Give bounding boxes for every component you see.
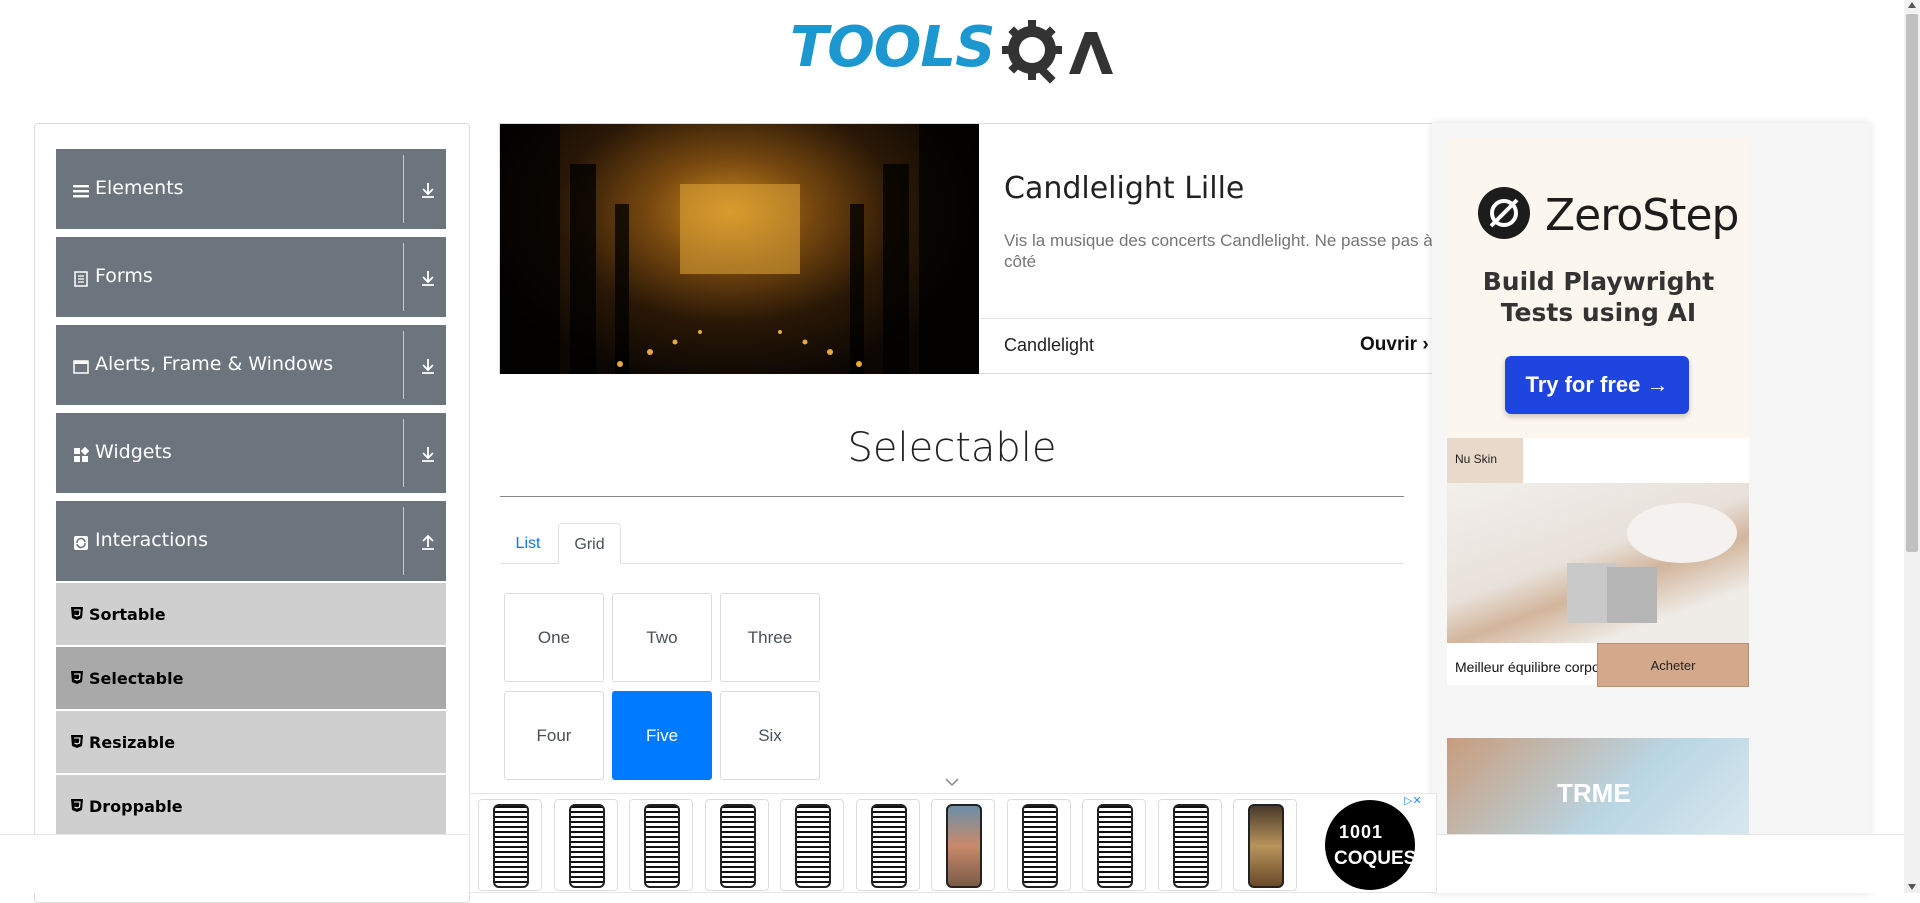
toolsqa-logo[interactable]: TOOLS	[790, 14, 1120, 92]
phone-case-thumbnail[interactable]	[478, 799, 542, 891]
phone-case-thumbnail[interactable]	[629, 799, 693, 891]
tab-list[interactable]: List	[500, 523, 556, 564]
grid-cell[interactable]: Five	[612, 691, 712, 780]
grid-cell[interactable]: Six	[720, 691, 820, 780]
sidebar-group-elements[interactable]: Elements	[56, 149, 446, 229]
ad-open-button[interactable]: Ouvrir ›	[1360, 334, 1429, 356]
nuskin-photo	[1447, 483, 1749, 643]
ad-photo	[500, 124, 979, 374]
scrollbar-thumb[interactable]	[1906, 14, 1918, 552]
nuskin-label: Nu Skin	[1447, 438, 1523, 483]
zerostep-brand: ZeroStep	[1545, 190, 1739, 241]
nuskin-ad[interactable]: Nu Skin Meilleur équilibre corporel Ache…	[1447, 438, 1749, 687]
divider	[403, 155, 404, 223]
coques-digits: 1001	[1339, 822, 1384, 842]
sidebar-item-droppable[interactable]: Droppable	[56, 775, 446, 837]
upload-icon[interactable]	[419, 533, 437, 551]
divider	[500, 496, 1404, 497]
product-image	[1567, 503, 1737, 623]
sidebar-group-label: Elements	[95, 177, 184, 199]
sidebar-group-interactions[interactable]: Interactions	[56, 501, 446, 581]
tabs-divider	[500, 563, 1404, 564]
divider	[403, 419, 404, 487]
download-icon[interactable]	[419, 181, 437, 199]
1001-coques-logo[interactable]: 1001 COQUES	[1325, 800, 1417, 890]
sidebar-group-widgets[interactable]: Widgets	[56, 413, 446, 493]
divider	[403, 507, 404, 575]
sidebar-item-selectable[interactable]: Selectable	[56, 647, 446, 709]
logo-gear-icon	[1002, 20, 1113, 84]
sidebar-group-forms[interactable]: Forms	[56, 237, 446, 317]
sidebar: Elements Forms Alerts, Frame & Windows W…	[34, 123, 470, 903]
tab-grid[interactable]: Grid	[558, 523, 621, 564]
form-icon	[74, 271, 88, 287]
download-icon[interactable]	[419, 269, 437, 287]
coques-name: COQUES	[1334, 848, 1417, 869]
ad-title: Candlelight Lille	[1004, 171, 1245, 206]
phone-case-thumbnail[interactable]	[1082, 799, 1146, 891]
sidebar-group-label: Alerts, Frame & Windows	[95, 353, 334, 375]
nuskin-ad-2-product: TRME	[1557, 778, 1631, 808]
page-title: Selectable	[847, 425, 1057, 471]
sidebar-group-label: Forms	[95, 265, 153, 287]
window-icon	[73, 360, 89, 374]
interactions-icon	[74, 536, 88, 550]
phone-case-thumbnail[interactable]	[1233, 799, 1297, 891]
zerostep-ad[interactable]: ZeroStep Build Playwright Tests using AI…	[1447, 138, 1750, 438]
scroll-up-icon[interactable]	[1908, 2, 1916, 8]
download-icon[interactable]	[419, 357, 437, 375]
bottom-ad[interactable]: 1001 COQUES ▷✕	[469, 793, 1437, 893]
html5-icon	[71, 671, 83, 684]
buy-button[interactable]: Acheter	[1597, 643, 1749, 687]
divider	[403, 243, 404, 311]
phone-case-thumbnail[interactable]	[1158, 799, 1222, 891]
ad-description: Vis la musique des concerts Candlelight.…	[1004, 231, 1433, 271]
ad-brand: Candlelight	[1004, 335, 1095, 355]
divider	[403, 331, 404, 399]
menu-icon	[73, 185, 89, 198]
phone-case-thumbnail[interactable]	[856, 799, 920, 891]
phone-case-thumbnail[interactable]	[780, 799, 844, 891]
try-for-free-button[interactable]: Try for free →	[1505, 356, 1689, 414]
phone-case-thumbnail[interactable]	[931, 799, 995, 891]
grid-cell[interactable]: Four	[504, 691, 604, 780]
grid-cell[interactable]: Two	[612, 593, 712, 682]
sidebar-item-label: Droppable	[89, 797, 183, 816]
divider	[980, 318, 1436, 319]
phone-case-thumbnail[interactable]	[705, 799, 769, 891]
chevron-down-icon[interactable]	[944, 776, 960, 788]
sidebar-group-label: Interactions	[95, 529, 208, 551]
grid-cell[interactable]: One	[504, 593, 604, 682]
sidebar-item-label: Selectable	[89, 669, 184, 688]
html5-icon	[71, 799, 83, 812]
logo-text: TOOLS	[790, 15, 995, 80]
sidebar-item-sortable[interactable]: Sortable	[56, 583, 446, 645]
nuskin-caption: Meilleur équilibre corporel	[1455, 659, 1616, 675]
scroll-down-icon[interactable]	[1908, 884, 1916, 890]
sidebar-item-resizable[interactable]: Resizable	[56, 711, 446, 773]
widgets-icon	[74, 447, 89, 462]
phone-case-thumbnail[interactable]	[554, 799, 618, 891]
ad-open-label: Ouvrir	[1360, 334, 1418, 355]
phone-case-thumbnail[interactable]	[1007, 799, 1071, 891]
zerostep-logo-icon	[1478, 187, 1530, 239]
banner-ad[interactable]: Candlelight Lille Vis la musique des con…	[499, 123, 1436, 374]
side-ad: ZeroStep Build Playwright Tests using AI…	[1432, 123, 1870, 893]
html5-icon	[71, 607, 83, 620]
ad-choices-icon[interactable]: ▷✕	[1404, 794, 1422, 807]
sidebar-item-label: Sortable	[89, 605, 166, 624]
sidebar-group-alerts[interactable]: Alerts, Frame & Windows	[56, 325, 446, 405]
sidebar-item-label: Resizable	[89, 733, 176, 752]
grid-cell[interactable]: Three	[720, 593, 820, 682]
chevron-right-icon: ›	[1422, 334, 1429, 355]
download-icon[interactable]	[419, 445, 437, 463]
sidebar-group-label: Widgets	[95, 441, 172, 463]
cathedral-image	[500, 124, 979, 374]
html5-icon	[71, 735, 83, 748]
zerostep-tagline: Build Playwright Tests using AI	[1482, 267, 1715, 327]
